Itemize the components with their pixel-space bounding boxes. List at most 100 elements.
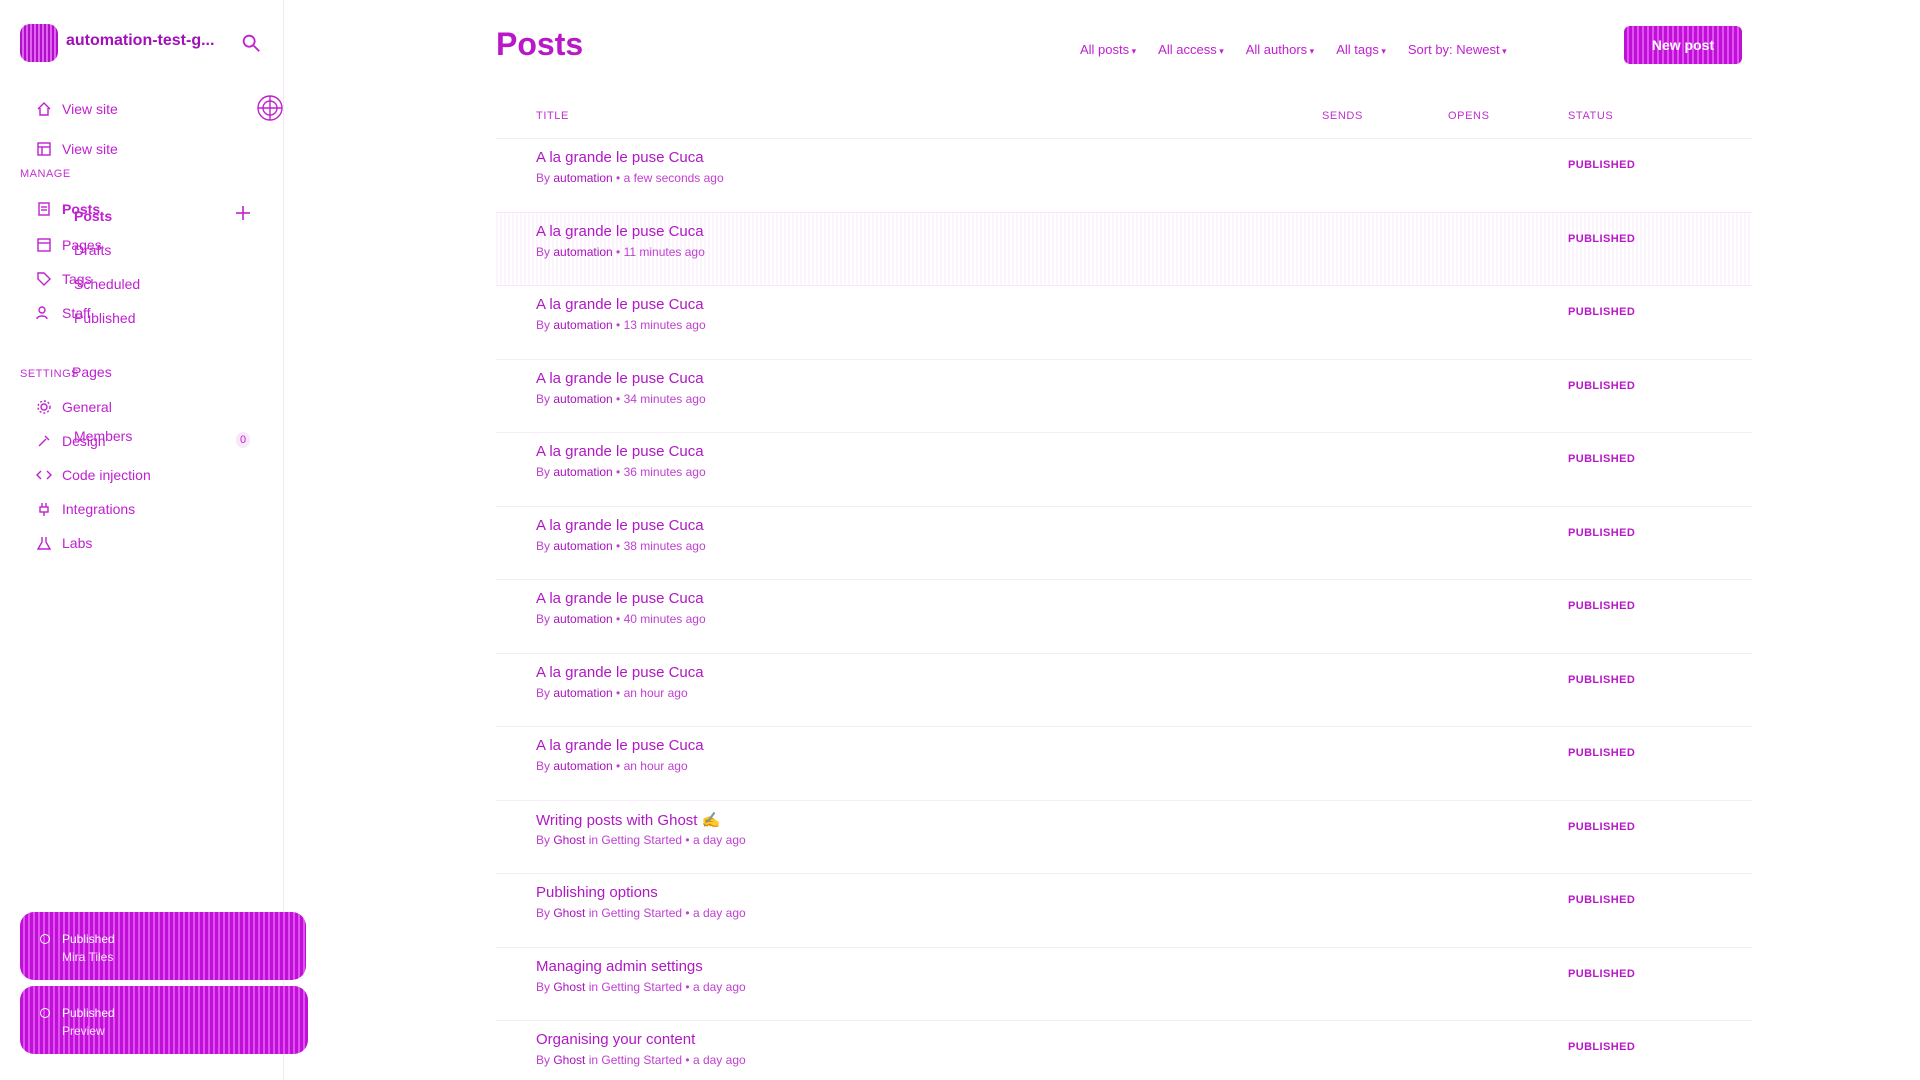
column-header-opens: OPENS (1448, 110, 1490, 122)
sidebar-item-general[interactable]: General (36, 396, 112, 418)
status-badge: PUBLISHED (1568, 159, 1636, 171)
filter-access-select[interactable]: All access (1158, 42, 1224, 57)
post-title: A la grande le puse Cuca (536, 737, 704, 754)
post-author: Ghost (553, 1053, 586, 1067)
table-row[interactable]: Publishing options By Ghost in Getting S… (496, 873, 1752, 947)
pages-icon (37, 238, 51, 252)
status-badge: PUBLISHED (1568, 306, 1636, 318)
post-author: automation (553, 612, 613, 626)
table-row[interactable]: A la grande le puse Cuca By automation •… (496, 505, 1752, 580)
table-row[interactable]: Organising your content By Ghost in Gett… (496, 1020, 1752, 1080)
sidebar-sub-posts[interactable]: Posts (74, 208, 112, 224)
staff-icon (36, 306, 48, 320)
post-author: automation (553, 391, 613, 406)
site-title: automation-test-g... (66, 32, 215, 49)
table-row[interactable]: A la grande le puse Cuca By automation •… (496, 138, 1752, 212)
status-pill-published[interactable]: Published Mira Tiles (20, 912, 306, 980)
column-header-title: TITLE (536, 110, 569, 122)
table-row[interactable]: A la grande le puse Cuca By automation •… (496, 579, 1752, 653)
sidebar-item-members[interactable]: Members (74, 428, 132, 444)
sidebar-item-pages-link[interactable]: Pages (72, 364, 112, 380)
table-row[interactable]: A la grande le puse Cuca By automation •… (496, 726, 1752, 800)
post-title: A la grande le puse Cuca (536, 296, 704, 313)
post-filters: All posts All access All authors All tag… (1080, 42, 1507, 57)
search-icon[interactable] (240, 32, 262, 54)
post-title: A la grande le puse Cuca (536, 590, 704, 607)
post-title: Writing posts with Ghost ✍️ (536, 811, 721, 829)
table-row[interactable]: A la grande le puse Cuca By automation •… (496, 432, 1752, 506)
sidebar-item-label: View site (62, 101, 118, 117)
post-meta: By automation • a few seconds ago (536, 171, 724, 185)
home-icon (37, 102, 51, 116)
pill-line-2: Preview (62, 1024, 105, 1038)
members-count-badge: 0 (236, 432, 250, 448)
table-row[interactable]: A la grande le puse Cuca By automation •… (496, 358, 1752, 433)
plug-icon (39, 503, 49, 516)
status-pill-preview[interactable]: Published Preview (20, 986, 308, 1054)
pill-line-1: Published (62, 1006, 115, 1020)
post-time: in Getting Started • a day ago (585, 906, 746, 920)
post-author: automation (553, 171, 613, 185)
table-row[interactable]: Writing posts with Ghost ✍️ By Ghost in … (496, 799, 1752, 874)
sidebar-sub-published[interactable]: Published (74, 310, 136, 326)
new-post-button[interactable]: New post (1624, 26, 1742, 64)
sidebar-item-label: Labs (62, 535, 93, 551)
sidebar: automation-test-g... View site View site… (0, 0, 308, 1080)
post-title: A la grande le puse Cuca (536, 222, 704, 240)
tag-icon (37, 272, 51, 286)
sidebar-item-code-injection[interactable]: Code injection (36, 464, 151, 486)
sidebar-item-label: Code injection (62, 467, 151, 483)
post-time: • an hour ago (612, 759, 688, 773)
site-brand[interactable]: automation-test-g... (18, 22, 268, 66)
table-row[interactable]: A la grande le puse Cuca By automation •… (496, 652, 1752, 727)
post-title: A la grande le puse Cuca (536, 663, 704, 681)
sidebar-item-view-site[interactable]: View site (36, 98, 118, 120)
table-row[interactable]: A la grande le puse Cuca By automation •… (496, 285, 1752, 359)
sidebar-item-view-site-2[interactable]: View site (36, 138, 118, 160)
status-badge: PUBLISHED (1568, 747, 1636, 759)
post-time: in Getting Started • a day ago (585, 832, 746, 847)
add-post-icon[interactable] (234, 204, 252, 222)
status-dot-icon (40, 1008, 50, 1018)
post-time: • 11 minutes ago (612, 244, 705, 259)
sidebar-item-integrations[interactable]: Integrations (36, 498, 135, 520)
table-row[interactable]: A la grande le puse Cuca By automation •… (496, 211, 1752, 285)
post-time: • 40 minutes ago (612, 612, 706, 626)
post-author: automation (553, 759, 613, 773)
status-badge: PUBLISHED (1568, 820, 1636, 833)
brush-icon (38, 435, 50, 447)
sidebar-sub-drafts[interactable]: Drafts (74, 242, 111, 258)
sort-select[interactable]: Sort by: Newest (1408, 42, 1507, 57)
globe-icon[interactable] (256, 94, 284, 122)
post-meta: By automation • an hour ago (536, 685, 688, 700)
main-content: Posts All posts All access All authors A… (284, 0, 1920, 1080)
post-title: Organising your content (536, 1031, 696, 1048)
post-time: • 34 minutes ago (612, 391, 706, 406)
post-author: automation (553, 685, 613, 700)
gear-icon (37, 400, 51, 414)
post-author: automation (553, 465, 613, 479)
status-badge: PUBLISHED (1568, 1041, 1636, 1053)
post-time: • an hour ago (612, 685, 688, 700)
post-meta: By Ghost in Getting Started • a day ago (536, 979, 746, 994)
manage-section-label: MANAGE (20, 168, 71, 180)
post-time: in Getting Started • a day ago (585, 979, 746, 994)
table-row[interactable]: Managing admin settings By Ghost in Gett… (496, 946, 1752, 1021)
pill-line-1: Published (62, 932, 115, 946)
page-title: Posts (496, 26, 584, 62)
post-title: Publishing options (536, 884, 658, 901)
filter-type-select[interactable]: All posts (1080, 42, 1136, 57)
post-meta: By automation • 36 minutes ago (536, 465, 706, 479)
post-author: automation (553, 318, 613, 332)
post-title: Managing admin settings (536, 957, 703, 975)
status-badge: PUBLISHED (1568, 526, 1636, 539)
sidebar-sub-scheduled[interactable]: Scheduled (74, 276, 140, 292)
flask-icon (36, 537, 52, 550)
post-meta: By automation • 40 minutes ago (536, 612, 706, 626)
status-badge: PUBLISHED (1568, 894, 1636, 906)
filter-author-select[interactable]: All authors (1246, 42, 1314, 57)
code-icon (36, 470, 52, 480)
filter-tag-select[interactable]: All tags (1336, 42, 1386, 57)
sidebar-item-labs[interactable]: Labs (36, 532, 92, 554)
post-title: A la grande le puse Cuca (536, 369, 704, 387)
